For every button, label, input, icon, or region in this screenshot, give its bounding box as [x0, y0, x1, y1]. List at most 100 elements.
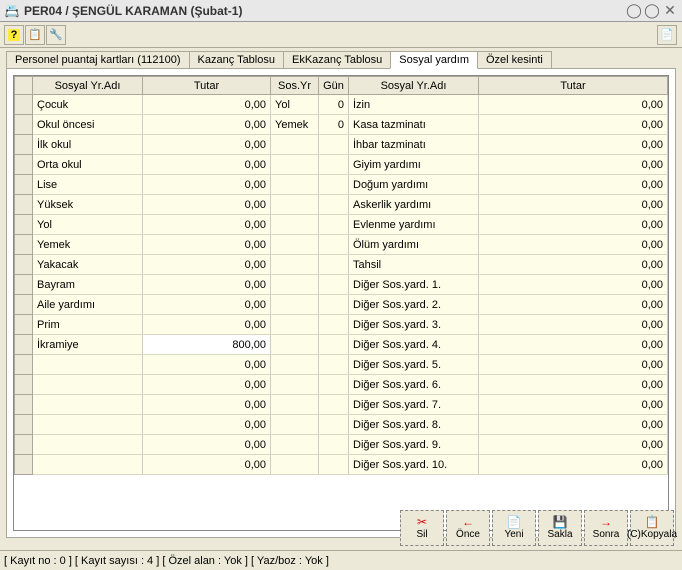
cell-tutar1[interactable]: 800,00	[143, 335, 271, 355]
row-header[interactable]	[15, 335, 33, 355]
cell-name1[interactable]: Yüksek	[33, 195, 143, 215]
cell-tutar1[interactable]: 0,00	[143, 95, 271, 115]
once-button[interactable]: ←Önce	[446, 510, 490, 546]
cell-gun[interactable]	[319, 335, 349, 355]
cell-tutar1[interactable]: 0,00	[143, 315, 271, 335]
cell-name1[interactable]: Okul öncesi	[33, 115, 143, 135]
cell-sosyr[interactable]	[271, 215, 319, 235]
cell-tutar1[interactable]: 0,00	[143, 275, 271, 295]
cell-gun[interactable]	[319, 155, 349, 175]
table-row[interactable]: 0,00Diğer Sos.yard. 10.0,00	[15, 455, 668, 475]
row-header[interactable]	[15, 395, 33, 415]
table-row[interactable]: Prim0,00Diğer Sos.yard. 3.0,00	[15, 315, 668, 335]
cell-gun[interactable]	[319, 435, 349, 455]
col-tutar1[interactable]: Tutar	[143, 77, 271, 95]
cell-gun[interactable]	[319, 395, 349, 415]
cell-tutar1[interactable]: 0,00	[143, 435, 271, 455]
cell-gun[interactable]	[319, 295, 349, 315]
row-header[interactable]	[15, 235, 33, 255]
cell-tutar2[interactable]: 0,00	[479, 115, 668, 135]
cell-name2[interactable]: Diğer Sos.yard. 8.	[349, 415, 479, 435]
cell-name2[interactable]: İzin	[349, 95, 479, 115]
cell-name2[interactable]: Diğer Sos.yard. 10.	[349, 455, 479, 475]
cell-name1[interactable]: İlk okul	[33, 135, 143, 155]
table-row[interactable]: İlk okul0,00İhbar tazminatı0,00	[15, 135, 668, 155]
row-header[interactable]	[15, 95, 33, 115]
cell-sosyr[interactable]	[271, 155, 319, 175]
table-row[interactable]: Lise0,00Doğum yardımı0,00	[15, 175, 668, 195]
row-header[interactable]	[15, 255, 33, 275]
cell-gun[interactable]: 0	[319, 115, 349, 135]
yeni-button[interactable]: 📄Yeni	[492, 510, 536, 546]
cell-tutar2[interactable]: 0,00	[479, 235, 668, 255]
col-sosyr[interactable]: Sos.Yr	[271, 77, 319, 95]
help-button[interactable]: ?	[4, 25, 24, 45]
cell-name1[interactable]: İkramiye	[33, 335, 143, 355]
cell-name2[interactable]: Diğer Sos.yard. 7.	[349, 395, 479, 415]
cell-name2[interactable]: Diğer Sos.yard. 2.	[349, 295, 479, 315]
table-row[interactable]: 0,00Diğer Sos.yard. 5.0,00	[15, 355, 668, 375]
sakla-button[interactable]: 💾Sakla	[538, 510, 582, 546]
row-header[interactable]	[15, 375, 33, 395]
cell-gun[interactable]	[319, 135, 349, 155]
cell-tutar1[interactable]: 0,00	[143, 295, 271, 315]
row-header[interactable]	[15, 155, 33, 175]
cell-name2[interactable]: Tahsil	[349, 255, 479, 275]
cell-name2[interactable]: Diğer Sos.yard. 3.	[349, 315, 479, 335]
cell-name2[interactable]: Askerlik yardımı	[349, 195, 479, 215]
cell-tutar1[interactable]: 0,00	[143, 115, 271, 135]
cell-gun[interactable]	[319, 195, 349, 215]
cell-name1[interactable]: Çocuk	[33, 95, 143, 115]
toolbar-button-right[interactable]: 📄	[657, 25, 677, 45]
cell-sosyr[interactable]	[271, 195, 319, 215]
cell-gun[interactable]	[319, 415, 349, 435]
row-header[interactable]	[15, 135, 33, 155]
cell-sosyr[interactable]	[271, 255, 319, 275]
table-row[interactable]: İkramiye800,00Diğer Sos.yard. 4.0,00	[15, 335, 668, 355]
cell-name1[interactable]: Yol	[33, 215, 143, 235]
cell-tutar2[interactable]: 0,00	[479, 155, 668, 175]
cell-tutar1[interactable]: 0,00	[143, 355, 271, 375]
cell-name1[interactable]: Lise	[33, 175, 143, 195]
cell-tutar2[interactable]: 0,00	[479, 255, 668, 275]
col-name2[interactable]: Sosyal Yr.Adı	[349, 77, 479, 95]
cell-name1[interactable]	[33, 415, 143, 435]
cell-tutar1[interactable]: 0,00	[143, 175, 271, 195]
table-row[interactable]: 0,00Diğer Sos.yard. 9.0,00	[15, 435, 668, 455]
table-row[interactable]: Yüksek0,00Askerlik yardımı0,00	[15, 195, 668, 215]
cell-tutar2[interactable]: 0,00	[479, 95, 668, 115]
cell-gun[interactable]	[319, 375, 349, 395]
cell-gun[interactable]	[319, 215, 349, 235]
cell-name2[interactable]: Ölüm yardımı	[349, 235, 479, 255]
cell-name1[interactable]: Bayram	[33, 275, 143, 295]
cell-tutar1[interactable]: 0,00	[143, 395, 271, 415]
cell-gun[interactable]	[319, 235, 349, 255]
table-row[interactable]: 0,00Diğer Sos.yard. 6.0,00	[15, 375, 668, 395]
cell-name2[interactable]: İhbar tazminatı	[349, 135, 479, 155]
cell-tutar2[interactable]: 0,00	[479, 295, 668, 315]
cell-sosyr[interactable]	[271, 275, 319, 295]
row-header[interactable]	[15, 455, 33, 475]
cell-tutar1[interactable]: 0,00	[143, 455, 271, 475]
cell-sosyr[interactable]	[271, 435, 319, 455]
cell-tutar1[interactable]: 0,00	[143, 195, 271, 215]
cell-name2[interactable]: Diğer Sos.yard. 5.	[349, 355, 479, 375]
cell-tutar2[interactable]: 0,00	[479, 135, 668, 155]
cell-tutar1[interactable]: 0,00	[143, 135, 271, 155]
row-header[interactable]	[15, 195, 33, 215]
cell-name1[interactable]	[33, 375, 143, 395]
table-row[interactable]: Okul öncesi0,00Yemek0Kasa tazminatı0,00	[15, 115, 668, 135]
tab-ozel-kesinti[interactable]: Özel kesinti	[477, 51, 552, 68]
close-icon[interactable]: ✕	[662, 3, 678, 19]
cell-sosyr[interactable]	[271, 295, 319, 315]
table-row[interactable]: 0,00Diğer Sos.yard. 7.0,00	[15, 395, 668, 415]
maximize-icon[interactable]: ◯	[644, 3, 660, 19]
col-rowhdr[interactable]	[15, 77, 33, 95]
cell-tutar2[interactable]: 0,00	[479, 375, 668, 395]
cell-name2[interactable]: Giyim yardımı	[349, 155, 479, 175]
cell-name1[interactable]	[33, 455, 143, 475]
table-row[interactable]: Aile yardımı0,00Diğer Sos.yard. 2.0,00	[15, 295, 668, 315]
cell-tutar2[interactable]: 0,00	[479, 315, 668, 335]
cell-gun[interactable]	[319, 175, 349, 195]
cell-sosyr[interactable]	[271, 315, 319, 335]
